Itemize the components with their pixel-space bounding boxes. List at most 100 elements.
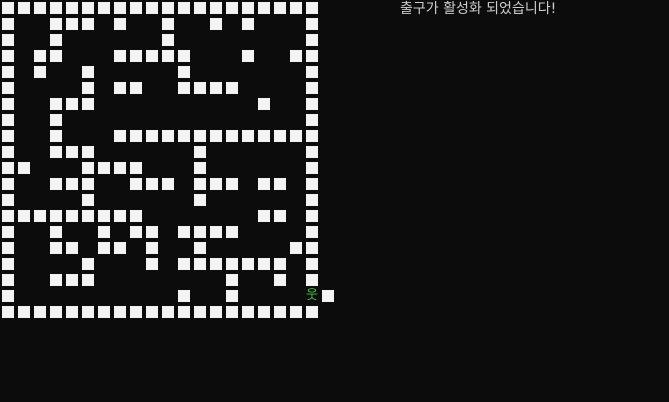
maze-wall-block [50, 18, 62, 30]
maze-wall-block [2, 258, 14, 270]
maze-wall-block [50, 146, 62, 158]
maze-wall-block [66, 178, 78, 190]
maze-wall-block [82, 66, 94, 78]
maze-wall-block [146, 130, 158, 142]
maze-wall-block [114, 82, 126, 94]
maze-wall-block [50, 2, 62, 14]
maze-wall-block [242, 130, 254, 142]
maze-wall-block [226, 258, 238, 270]
maze-wall-block [50, 98, 62, 110]
maze-wall-block [18, 210, 30, 222]
maze-wall-block [50, 114, 62, 126]
maze-wall-block [258, 2, 270, 14]
maze-wall-block [130, 210, 142, 222]
maze-wall-block [258, 98, 270, 110]
maze-wall-block [146, 50, 158, 62]
maze-wall-block [178, 290, 190, 302]
maze-wall-block [146, 242, 158, 254]
maze-wall-block [194, 242, 206, 254]
maze-wall-block [258, 258, 270, 270]
maze-wall-block [194, 130, 206, 142]
maze-wall-block [50, 210, 62, 222]
maze-wall-block [242, 18, 254, 30]
maze-wall-block [34, 210, 46, 222]
maze-wall-block [66, 18, 78, 30]
maze-wall-block [210, 82, 222, 94]
maze-wall-block [274, 210, 286, 222]
maze-wall-block [306, 114, 318, 126]
maze-wall-block [82, 98, 94, 110]
maze-wall-block [34, 2, 46, 14]
maze-wall-block [66, 242, 78, 254]
maze-wall-block [66, 146, 78, 158]
maze-wall-block [306, 66, 318, 78]
maze-wall-block [82, 306, 94, 318]
maze-wall-block [194, 226, 206, 238]
maze-wall-block [178, 66, 190, 78]
maze-wall-block [82, 82, 94, 94]
maze-wall-block [2, 66, 14, 78]
maze-wall-block [2, 146, 14, 158]
maze-wall-block [162, 50, 174, 62]
maze-wall-block [2, 178, 14, 190]
maze-wall-block [274, 2, 286, 14]
maze-wall-block [130, 2, 142, 14]
maze-wall-block [226, 306, 238, 318]
maze-wall-block [2, 306, 14, 318]
maze-wall-block [18, 2, 30, 14]
maze-wall-block [98, 226, 110, 238]
maze-wall-block [258, 130, 270, 142]
maze-wall-block [306, 146, 318, 158]
maze-wall-block [210, 130, 222, 142]
maze-wall-block [2, 210, 14, 222]
maze-wall-block [162, 34, 174, 46]
maze-wall-block [50, 178, 62, 190]
maze-wall-block [274, 258, 286, 270]
maze-wall-block [66, 306, 78, 318]
maze-wall-block [114, 210, 126, 222]
status-message: 출구가 활성화 되었습니다! [400, 1, 557, 17]
maze-wall-block [50, 274, 62, 286]
maze-wall-block [226, 290, 238, 302]
maze-wall-block [2, 226, 14, 238]
maze-wall-block [162, 18, 174, 30]
maze-wall-block [82, 194, 94, 206]
maze-wall-block [210, 258, 222, 270]
maze-wall-block [146, 226, 158, 238]
maze-wall-block [130, 82, 142, 94]
maze-wall-block [162, 2, 174, 14]
maze-wall-block [2, 130, 14, 142]
maze-wall-block [2, 194, 14, 206]
maze-wall-block [306, 226, 318, 238]
maze-wall-block [50, 130, 62, 142]
maze-wall-block [226, 82, 238, 94]
maze-wall-block [258, 178, 270, 190]
maze-wall-block [210, 18, 222, 30]
maze-wall-block [178, 2, 190, 14]
maze-wall-block [146, 2, 158, 14]
maze-wall-block [66, 274, 78, 286]
maze-wall-block [306, 2, 318, 14]
maze-wall-block [194, 146, 206, 158]
maze-wall-block [306, 98, 318, 110]
maze-wall-block [226, 2, 238, 14]
maze-wall-block [114, 306, 126, 318]
maze-wall-block [34, 66, 46, 78]
maze-wall-block [178, 82, 190, 94]
maze-wall-block [290, 242, 302, 254]
maze-wall-block [50, 226, 62, 238]
maze-wall-block [98, 242, 110, 254]
maze-wall-block [242, 306, 254, 318]
maze-wall-block [274, 274, 286, 286]
maze-wall-block [226, 226, 238, 238]
maze-wall-block [2, 18, 14, 30]
maze-wall-block [2, 290, 14, 302]
maze-wall-block [178, 258, 190, 270]
maze-wall-block [178, 130, 190, 142]
maze-wall-block [130, 162, 142, 174]
maze-wall-block [82, 210, 94, 222]
maze-wall-block [2, 2, 14, 14]
maze-wall-block [2, 34, 14, 46]
maze-wall-block [194, 194, 206, 206]
maze-wall-block [50, 50, 62, 62]
